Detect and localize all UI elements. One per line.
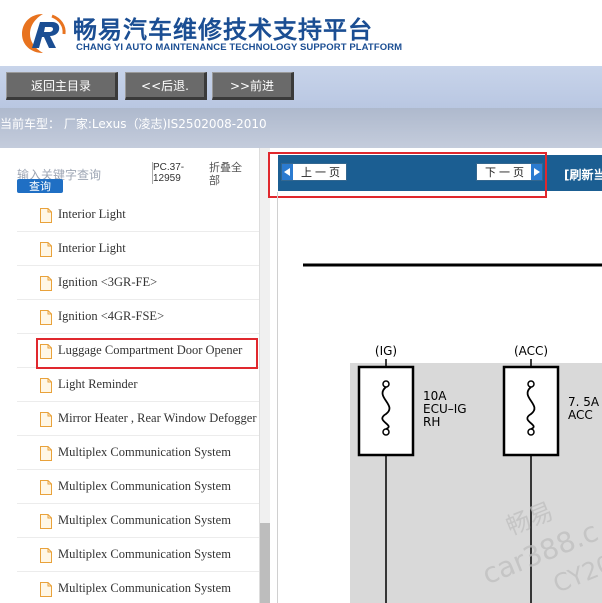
document-icon — [40, 208, 52, 223]
tree-item-label: Interior Light — [58, 241, 126, 255]
document-icon — [40, 378, 52, 393]
tree-scrollbar-thumb[interactable] — [260, 523, 270, 603]
tree-item-label: Multiplex Communication System — [58, 479, 231, 493]
current-model-text: 当前车型： 厂家:Lexus（凌志)IS2502008-2010 — [0, 117, 267, 131]
tree-item-label: Ignition <4GR-FSE> — [58, 309, 165, 323]
collapse-all-button[interactable]: 折叠全部 — [209, 161, 249, 187]
fuse2-box — [502, 365, 560, 457]
document-icon — [40, 310, 52, 325]
forward-button[interactable]: >>前进 — [212, 72, 294, 100]
tree-item[interactable]: Mirror Heater , Rear Window Defogger — [17, 402, 260, 436]
tree-item-label: Ignition <3GR-FE> — [58, 275, 158, 289]
r-logo-icon — [22, 14, 66, 53]
back-button[interactable]: <<后退. — [125, 72, 207, 100]
brand-title: 畅易汽车维修技术支持平台 — [73, 16, 373, 44]
document-icon — [40, 412, 52, 427]
tree-item-label: Light Reminder — [58, 377, 138, 391]
tree-item-label: Multiplex Communication System — [58, 513, 231, 527]
document-icon — [40, 514, 52, 529]
tree-list: Interior Light Interior Light Ignition <… — [17, 198, 260, 603]
tree-item-label: Multiplex Communication System — [58, 445, 231, 459]
fuse1-box — [357, 365, 415, 457]
top-nav-bar: 返回主目录 <<后退. >>前进 — [0, 66, 602, 108]
document-icon — [40, 242, 52, 257]
tree-item[interactable]: Ignition <3GR-FE> — [17, 266, 260, 300]
tree-item-label: Mirror Heater , Rear Window Defogger — [58, 411, 257, 425]
site-header: 畅易汽车维修技术支持平台 CHANG YI AUTO MAINTENANCE T… — [0, 0, 602, 66]
tree-item[interactable]: Interior Light — [17, 198, 260, 232]
current-model-bar: 当前车型： 厂家:Lexus（凌志)IS2502008-2010 — [0, 108, 602, 148]
document-icon — [40, 276, 52, 291]
fuse1-rating: 10A — [423, 389, 447, 403]
search-button[interactable]: 查询 — [17, 179, 63, 193]
tree-item[interactable]: Interior Light — [17, 232, 260, 266]
fuse2-rating: 7. 5A — [568, 395, 600, 409]
document-icon — [40, 548, 52, 563]
tree-item[interactable]: Multiplex Communication System — [17, 504, 260, 538]
tree-item[interactable]: Ignition <4GR-FSE> — [17, 300, 260, 334]
refresh-link[interactable]: [刷新当 — [564, 166, 602, 183]
pc-code: PC.37-12959 — [152, 162, 200, 184]
home-button[interactable]: 返回主目录 — [6, 72, 118, 100]
document-icon — [40, 480, 52, 495]
tree-item-label: Multiplex Communication System — [58, 581, 231, 595]
left-tree-panel: 输入关键字查询 查询 PC.37-12959 折叠全部 Interior Lig… — [0, 148, 270, 603]
tree-item[interactable]: Multiplex Communication System — [17, 436, 260, 470]
highlight-box-tree-item — [36, 338, 258, 369]
tree-item-label: Multiplex Communication System — [58, 547, 231, 561]
tree-item[interactable]: Multiplex Communication System — [17, 538, 260, 572]
document-icon — [40, 582, 52, 597]
fuse1-name-line2: RH — [423, 415, 440, 429]
tree-item-label: Interior Light — [58, 207, 126, 221]
tree-item[interactable]: Multiplex Communication System — [17, 470, 260, 504]
fuse2-name-line1: ACC — [568, 408, 593, 422]
brand-subtitle: CHANG YI AUTO MAINTENANCE TECHNOLOGY SUP… — [76, 42, 403, 53]
wiring-diagram: (IG) 10A ECU–IG RH (ACC) 7. 5A ACC 畅易 ca… — [303, 263, 602, 603]
document-icon — [40, 446, 52, 461]
fuse1-name-line1: ECU–IG — [423, 402, 467, 416]
tree-item[interactable]: Light Reminder — [17, 368, 260, 402]
fuse1-terminal-label: (IG) — [375, 344, 397, 358]
fuse2-terminal-label: (ACC) — [514, 344, 548, 358]
tree-item[interactable]: Multiplex Communication System — [17, 572, 260, 603]
